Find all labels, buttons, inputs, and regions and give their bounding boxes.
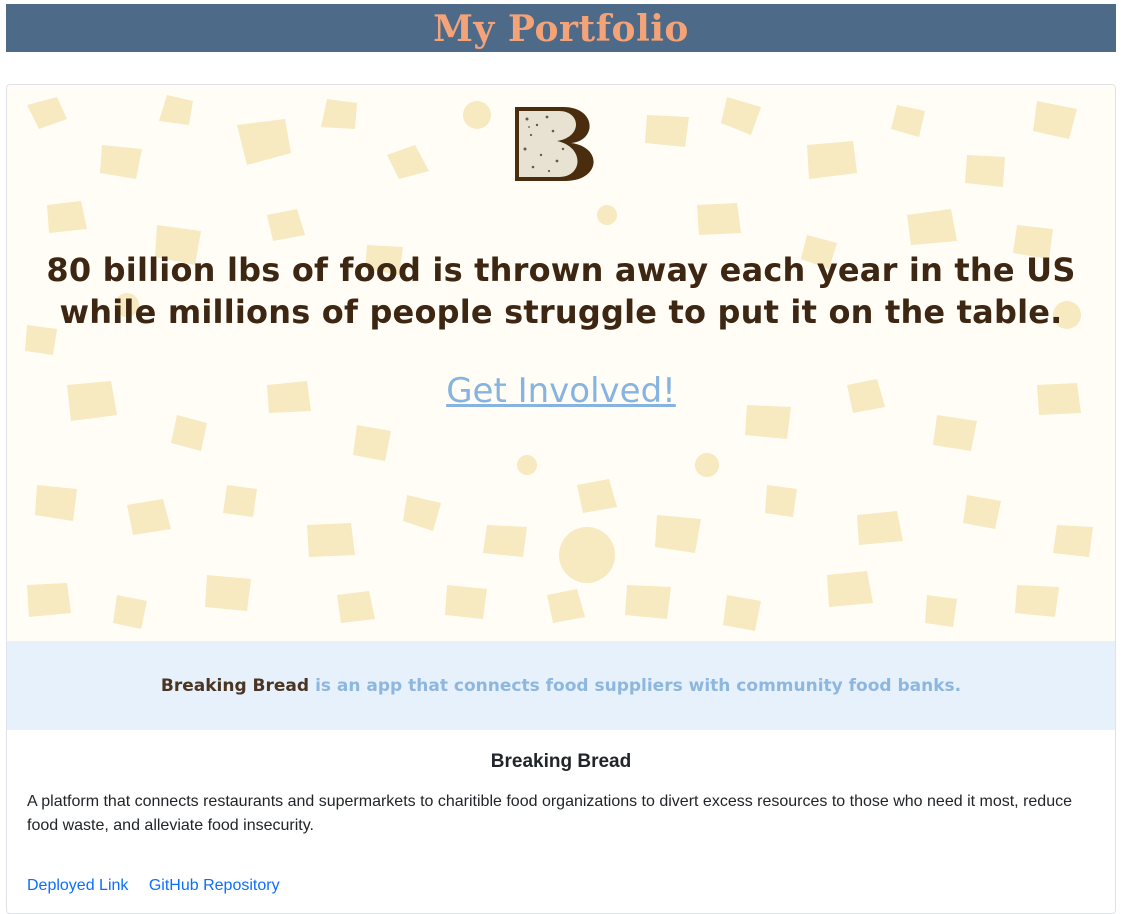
github-repository-link[interactable]: GitHub Repository (149, 877, 280, 894)
headline-line-2: while millions of people struggle to put… (59, 293, 1063, 331)
get-involved-link[interactable]: Get Involved! (7, 371, 1115, 411)
site-header: My Portfolio (6, 4, 1116, 52)
deployed-link[interactable]: Deployed Link (27, 877, 128, 894)
preview-headline: 80 billion lbs of food is thrown away ea… (7, 249, 1115, 333)
project-preview-image: 80 billion lbs of food is thrown away ea… (7, 85, 1115, 641)
breaking-bread-logo-icon (515, 107, 594, 181)
preview-tagline-band: Breaking Bread is an app that connects f… (7, 641, 1115, 730)
project-card: 80 billion lbs of food is thrown away ea… (6, 84, 1116, 914)
project-links: Deployed Link GitHub Repository (27, 877, 296, 895)
headline-line-1: 80 billion lbs of food is thrown away ea… (46, 251, 1076, 289)
tagline-text: is an app that connects food suppliers w… (315, 675, 962, 696)
project-title: Breaking Bread (490, 751, 632, 772)
project-description: A platform that connects restaurants and… (27, 793, 1072, 834)
tagline-brand: Breaking Bread (160, 675, 310, 696)
site-title: My Portfolio (433, 8, 689, 50)
